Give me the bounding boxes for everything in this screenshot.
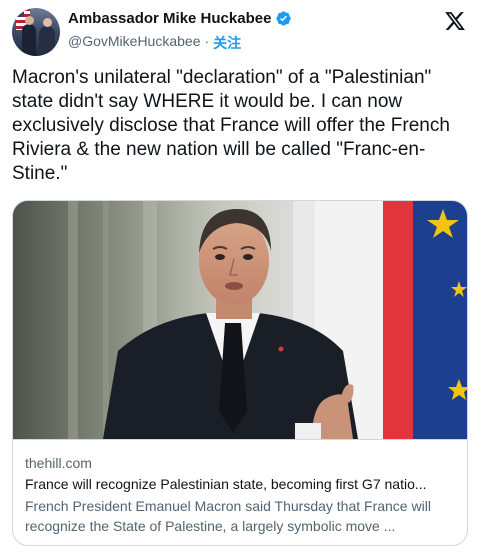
author-handle-row: @GovMikeHuckabee · 关注 [68,33,241,53]
author-name-row: Ambassador Mike Huckabee [68,10,292,27]
avatar[interactable] [12,8,60,56]
link-card-title[interactable]: France will recognize Palestinian state,… [25,475,457,494]
tweet-text: Macron's unilateral "declaration" of a "… [12,67,450,184]
tweet-header: Ambassador Mike Huckabee @GovMikeHuckabe… [12,6,468,58]
avatar-person [39,18,55,56]
macron-photo [13,201,467,439]
link-card[interactable]: thehill.com France will recognize Palest… [12,200,468,546]
link-card-description: French President Emanuel Macron said Thu… [25,498,431,534]
author-handle[interactable]: @GovMikeHuckabee [68,33,201,53]
link-card-meta: thehill.com France will recognize Palest… [13,439,467,545]
follow-button[interactable]: 关注 [213,33,241,53]
link-card-domain: thehill.com [25,455,92,471]
x-logo-icon[interactable] [444,10,466,32]
handle-separator: · [204,33,210,49]
avatar-person [22,16,36,56]
link-card-image [13,201,467,439]
author-display-name[interactable]: Ambassador Mike Huckabee [68,10,271,27]
verified-badge-icon [276,11,292,26]
